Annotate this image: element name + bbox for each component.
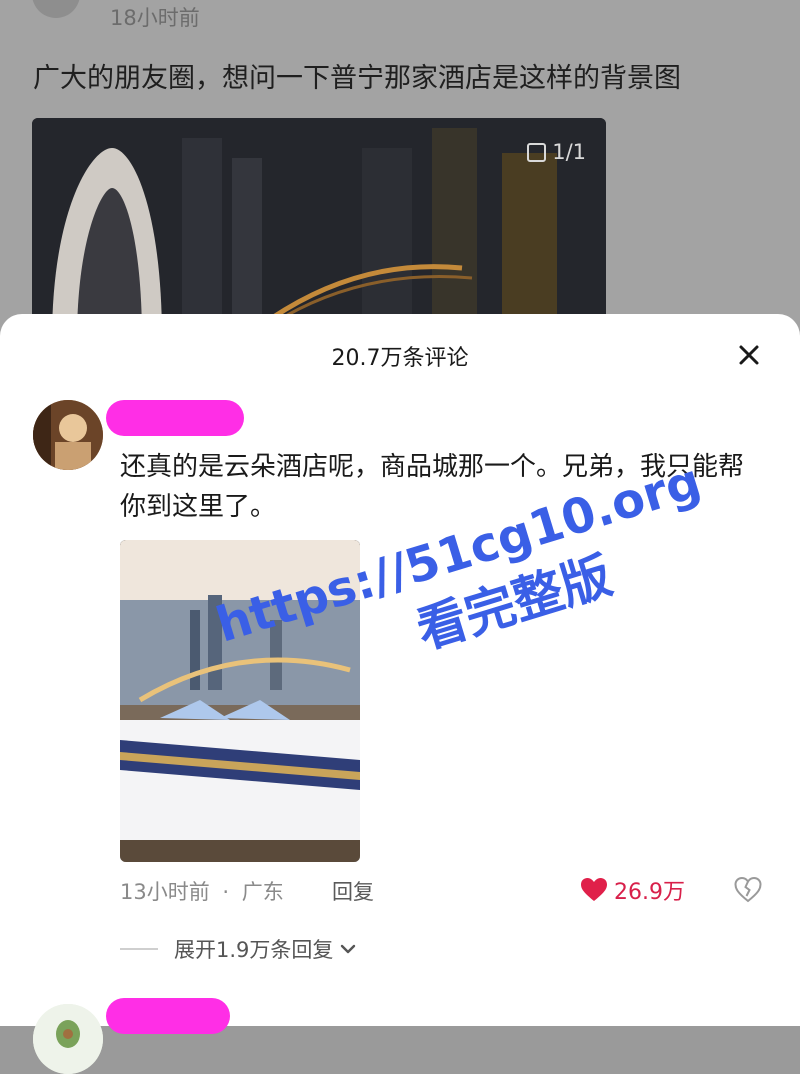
comments-sheet: 20.7万条评论 还真的是云朵酒店呢，商品城那一个。兄弟，我只能帮你到这里了。 [0, 314, 800, 1074]
second-commenter-avatar[interactable] [33, 1004, 103, 1074]
image-counter: 1/1 [527, 140, 586, 164]
chevron-down-icon [341, 944, 356, 954]
comment-image[interactable] [120, 540, 360, 862]
comment-time: 13小时前 [120, 880, 210, 904]
avatar-image [33, 400, 103, 470]
commenter-name-redacted[interactable] [106, 400, 244, 436]
post-time: 18小时前 [110, 6, 200, 30]
background-post: 18小时前 广大的朋友圈，想问一下普宁那家酒店是这样的背景图 1/1 [0, 0, 800, 340]
second-commenter-name-redacted[interactable] [106, 998, 230, 1034]
divider [120, 948, 158, 950]
comment-meta: 13小时前 · 广东 [120, 876, 284, 906]
like-count: 26.9万 [614, 880, 685, 905]
meta-separator: · [222, 880, 230, 904]
avatar [32, 0, 80, 18]
like-button[interactable]: 26.9万 [580, 874, 685, 906]
comments-count-title: 20.7万条评论 [331, 346, 469, 371]
city-night-illustration [32, 118, 606, 340]
post-image: 1/1 [32, 118, 606, 340]
image-counter-text: 1/1 [552, 140, 586, 164]
expand-replies-button[interactable]: 展开1.9万条回复 [120, 934, 359, 964]
broken-heart-icon [734, 876, 762, 903]
expand-replies-label: 展开1.9万条回复 [174, 938, 334, 962]
hotel-room-photo [120, 540, 360, 862]
avatar-image [33, 1004, 103, 1074]
close-button[interactable] [732, 338, 766, 372]
reply-button[interactable]: 回复 [332, 876, 374, 906]
dislike-button[interactable] [734, 876, 762, 904]
heart-filled-icon [581, 878, 607, 901]
comment-location: 广东 [241, 880, 284, 904]
comment-text: 还真的是云朵酒店呢，商品城那一个。兄弟，我只能帮你到这里了。 [120, 452, 745, 522]
commenter-avatar[interactable] [33, 400, 103, 470]
close-icon [739, 345, 759, 365]
gallery-icon [527, 142, 547, 162]
post-text: 广大的朋友圈，想问一下普宁那家酒店是这样的背景图 [33, 63, 681, 94]
